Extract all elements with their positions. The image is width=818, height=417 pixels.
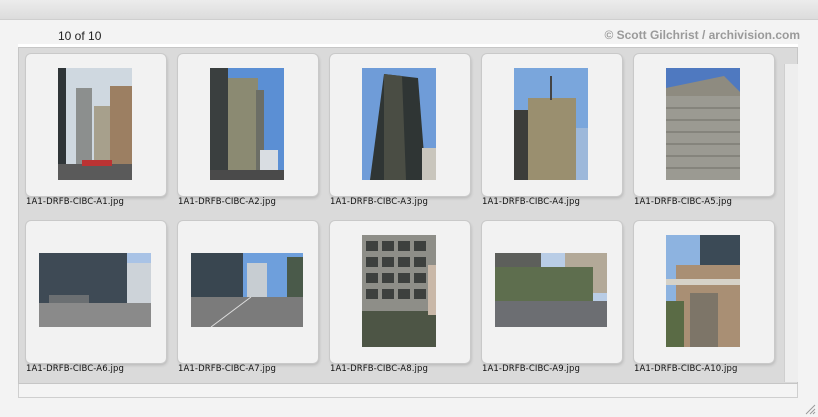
window-top-bar: [0, 0, 818, 20]
thumbnail-tile[interactable]: [634, 54, 774, 196]
thumbnail-image-a4[interactable]: [514, 68, 588, 180]
thumbnail-image-a1[interactable]: [58, 68, 132, 180]
image-counter: 10 of 10: [58, 29, 102, 43]
vertical-scrollbar[interactable]: [784, 64, 798, 382]
thumbnail-tile[interactable]: [330, 54, 470, 196]
thumbnail-tile[interactable]: [482, 221, 622, 363]
thumbnail-tile[interactable]: [178, 221, 318, 363]
thumbnail-filename: 1A1-DRFB-CIBC-A10.jpg: [634, 364, 738, 374]
panel-bottom-strip: [18, 384, 798, 398]
thumbnail-image-a9[interactable]: [495, 253, 607, 327]
thumbnail-image-a3[interactable]: [362, 68, 436, 180]
thumbnail-tile[interactable]: [482, 54, 622, 196]
thumbnail-filename: 1A1-DRFB-CIBC-A5.jpg: [634, 197, 732, 207]
thumbnail-image-a7[interactable]: [191, 253, 303, 327]
thumbnail-filename: 1A1-DRFB-CIBC-A4.jpg: [482, 197, 580, 207]
image-browser-window: 10 of 10 © Scott Gilchrist / archivision…: [0, 0, 818, 417]
thumbnail-tile[interactable]: [26, 54, 166, 196]
thumbnail-filename: 1A1-DRFB-CIBC-A7.jpg: [178, 364, 276, 374]
thumbnail-image-a5[interactable]: [666, 68, 740, 180]
thumbnail-image-a2[interactable]: [210, 68, 284, 180]
thumbnail-tile[interactable]: [26, 221, 166, 363]
thumbnail-filename: 1A1-DRFB-CIBC-A3.jpg: [330, 197, 428, 207]
thumbnail-tile[interactable]: [330, 221, 470, 363]
thumbnail-filename: 1A1-DRFB-CIBC-A9.jpg: [482, 364, 580, 374]
copyright-credit: © Scott Gilchrist / archivision.com: [604, 28, 800, 42]
thumbnail-filename: 1A1-DRFB-CIBC-A8.jpg: [330, 364, 428, 374]
thumbnail-tile[interactable]: [634, 221, 774, 363]
thumbnail-filename: 1A1-DRFB-CIBC-A2.jpg: [178, 197, 276, 207]
thumbnail-filename: 1A1-DRFB-CIBC-A6.jpg: [26, 364, 124, 374]
thumbnail-image-a10[interactable]: [666, 235, 740, 347]
thumbnail-image-a8[interactable]: [362, 235, 436, 347]
thumbnail-filename: 1A1-DRFB-CIBC-A1.jpg: [26, 197, 124, 207]
resize-grip-icon[interactable]: [802, 401, 816, 415]
thumbnail-image-a6[interactable]: [39, 253, 151, 327]
thumbnail-tile[interactable]: [178, 54, 318, 196]
